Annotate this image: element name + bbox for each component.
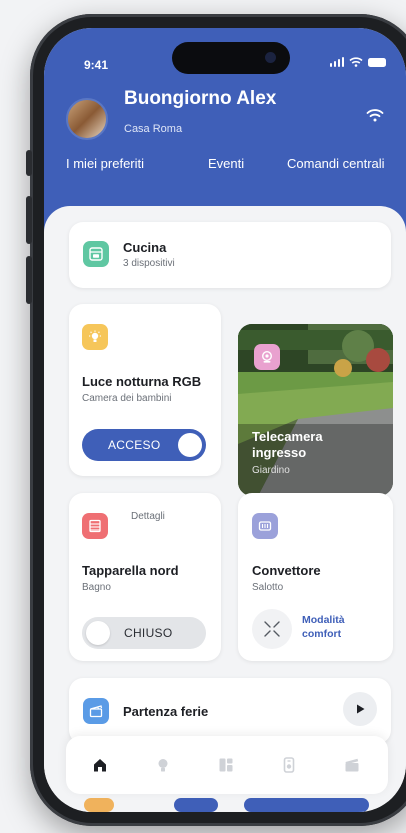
home-icon bbox=[94, 759, 106, 772]
toggle-knob bbox=[86, 621, 110, 645]
device-room: Salotto bbox=[252, 582, 284, 593]
device-name: Luce notturna RGB bbox=[82, 374, 202, 389]
peek-button bbox=[244, 798, 369, 812]
device-name: Tapparella nord bbox=[82, 563, 179, 578]
content-area: Cucina 3 dispositivi Luce notturna RGB C… bbox=[44, 206, 406, 812]
light-toggle[interactable]: ACCESO bbox=[82, 429, 206, 461]
clapper-icon bbox=[345, 758, 359, 772]
signal-icon bbox=[329, 57, 344, 67]
nav-lights[interactable] bbox=[154, 756, 172, 774]
volume-down-button bbox=[26, 256, 32, 304]
device-name: Telecamera ingresso bbox=[252, 429, 323, 460]
scene-name: Partenza ferie bbox=[123, 704, 209, 719]
wifi-icon[interactable] bbox=[366, 108, 384, 122]
device-name: Convettore bbox=[252, 563, 321, 578]
room-name: Cucina bbox=[123, 240, 167, 255]
peek-card-icon bbox=[84, 798, 114, 812]
home-name[interactable]: Casa Roma bbox=[124, 123, 182, 135]
details-link[interactable]: Dettagli bbox=[131, 511, 165, 522]
user-avatar[interactable] bbox=[66, 98, 108, 140]
toggle-label: ACCESO bbox=[108, 438, 161, 452]
phone-screen: 9:41 Buongiorno Alex Casa Roma I miei pr… bbox=[44, 28, 406, 812]
device-card-camera[interactable]: Telecamera ingresso Giardino bbox=[238, 324, 393, 496]
status-icons bbox=[329, 57, 386, 67]
blinds-icon bbox=[82, 513, 108, 539]
status-time: 9:41 bbox=[84, 58, 109, 72]
blind-toggle[interactable]: CHIUSO bbox=[82, 617, 206, 649]
rooms-icon bbox=[219, 758, 233, 772]
toggle-label: CHIUSO bbox=[124, 626, 173, 640]
tab-events[interactable]: Eventi bbox=[208, 156, 244, 171]
mute-switch bbox=[26, 150, 32, 176]
bottom-nav bbox=[66, 736, 388, 794]
nav-devices[interactable] bbox=[280, 756, 298, 774]
device-room: Giardino bbox=[252, 465, 290, 476]
room-card-cucina[interactable]: Cucina 3 dispositivi bbox=[69, 222, 391, 288]
heater-icon bbox=[252, 513, 278, 539]
front-camera bbox=[265, 52, 276, 63]
dynamic-island bbox=[172, 42, 290, 74]
clapper-icon bbox=[83, 698, 109, 724]
play-icon bbox=[357, 704, 365, 714]
device-card-convector[interactable]: Convettore Salotto Modalità comfort bbox=[238, 493, 393, 661]
battery-icon bbox=[368, 58, 386, 67]
nav-scenes[interactable] bbox=[343, 756, 361, 774]
peek-toggle bbox=[174, 798, 218, 812]
tab-central-commands[interactable]: Comandi centrali bbox=[287, 156, 385, 171]
scene-card[interactable]: Partenza ferie bbox=[69, 678, 391, 744]
remote-icon bbox=[283, 757, 295, 773]
toggle-knob bbox=[178, 433, 202, 457]
camera-icon bbox=[254, 344, 280, 370]
wifi-status-icon bbox=[349, 57, 363, 67]
nav-rooms[interactable] bbox=[217, 756, 235, 774]
bulb-icon bbox=[82, 324, 108, 350]
device-room: Bagno bbox=[82, 582, 111, 593]
device-card-blind[interactable]: Dettagli Tapparella nord Bagno CHIUSO bbox=[69, 493, 221, 661]
greeting-title: Buongiorno Alex bbox=[124, 88, 277, 109]
tab-favorites[interactable]: I miei preferiti bbox=[66, 156, 144, 171]
device-card-light[interactable]: Luce notturna RGB Camera dei bambini ACC… bbox=[69, 304, 221, 476]
fan-mode-icon bbox=[264, 621, 280, 637]
volume-up-button bbox=[26, 196, 32, 244]
play-button[interactable] bbox=[343, 692, 377, 726]
oven-icon bbox=[83, 241, 109, 267]
bulb-icon bbox=[158, 759, 168, 772]
mode-button[interactable] bbox=[252, 609, 292, 649]
device-room: Camera dei bambini bbox=[82, 393, 172, 404]
nav-home[interactable] bbox=[91, 756, 109, 774]
room-device-count: 3 dispositivi bbox=[123, 258, 175, 269]
mode-label[interactable]: Modalità comfort bbox=[302, 613, 372, 641]
